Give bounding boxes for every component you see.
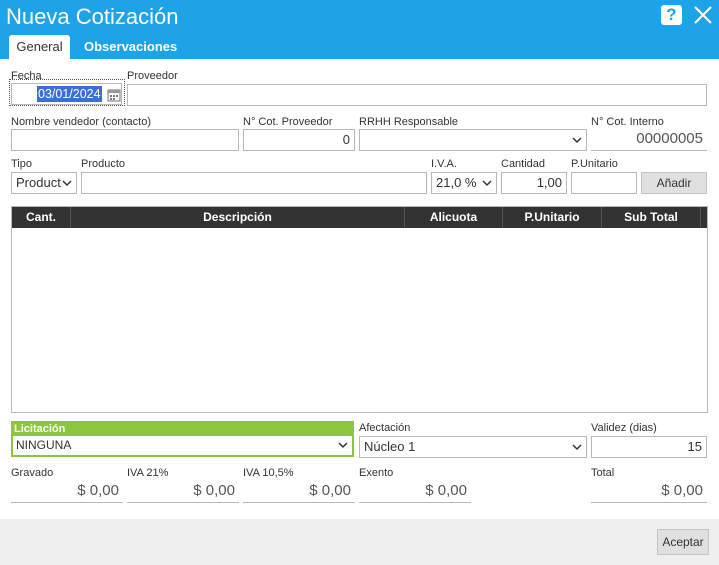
licitacion-label: Licitación — [14, 423, 66, 435]
fecha-value: 03/01/2024 — [37, 86, 102, 102]
iva-value: 21,0 % — [436, 175, 477, 190]
column-header-cant[interactable]: Cant. — [12, 207, 71, 228]
iva-label: I.V.A. — [431, 158, 457, 170]
tipo-value: Product — [16, 175, 61, 190]
cantidad-label: Cantidad — [501, 158, 546, 170]
column-header-subtotal[interactable]: Sub Total — [602, 207, 701, 228]
tipo-label: Tipo — [11, 158, 32, 170]
iva-select[interactable]: 21,0 % — [431, 172, 497, 194]
chevron-down-icon — [62, 180, 72, 187]
punitario-label: P.Unitario — [571, 158, 618, 170]
exento-value: $ 0,00 — [359, 481, 471, 503]
total-label: Total — [591, 467, 615, 479]
licitacion-select[interactable]: NINGUNA — [13, 436, 352, 455]
total-value: $ 0,00 — [591, 481, 707, 503]
window-header: Nueva Cotización ? General Observaciones — [0, 0, 719, 59]
help-icon[interactable]: ? — [661, 5, 682, 25]
rrhh-select[interactable] — [359, 129, 587, 151]
cot-proveedor-input[interactable]: 0 — [243, 129, 355, 151]
vendedor-input[interactable] — [11, 129, 239, 151]
iva21-label: IVA 21% — [127, 467, 169, 479]
proveedor-input[interactable] — [127, 84, 707, 106]
tab-general[interactable]: General — [9, 35, 70, 59]
tipo-select[interactable]: Product — [11, 172, 77, 194]
rrhh-label: RRHH Responsable — [359, 116, 459, 128]
validez-input[interactable]: 15 — [591, 436, 707, 458]
producto-input[interactable] — [81, 172, 427, 194]
cot-proveedor-label: N° Cot. Proveedor — [243, 116, 333, 128]
cot-interno-label: N° Cot. Interno — [591, 116, 664, 128]
chevron-down-icon — [572, 444, 582, 451]
afectacion-value: Núcleo 1 — [364, 439, 416, 454]
licitacion-group: Licitación NINGUNA — [11, 421, 354, 457]
items-grid[interactable]: Cant. Descripción Alicuota P.Unitario Su… — [11, 206, 708, 413]
cantidad-input[interactable]: 1,00 — [501, 172, 567, 194]
producto-label: Producto — [81, 158, 126, 170]
add-item-button[interactable]: Añadir — [641, 172, 707, 194]
chevron-down-icon — [572, 137, 582, 144]
column-header-alicuota[interactable]: Alicuota — [405, 207, 503, 228]
vendedor-label: Nombre vendedor (contacto) — [11, 116, 152, 128]
exento-label: Exento — [359, 467, 394, 479]
afectacion-label: Afectación — [359, 422, 411, 434]
punitario-input[interactable] — [571, 172, 637, 194]
window-title: Nueva Cotización — [6, 4, 179, 29]
close-icon[interactable] — [692, 4, 714, 26]
dialog-footer: Aceptar — [0, 519, 719, 565]
calendar-icon[interactable] — [107, 88, 121, 102]
cot-interno-value: 00000005 — [591, 129, 707, 151]
iva105-value: $ 0,00 — [243, 481, 355, 503]
fecha-input[interactable]: 03/01/2024 — [11, 83, 122, 105]
grid-header: Cant. Descripción Alicuota P.Unitario Su… — [12, 207, 707, 228]
proveedor-label: Proveedor — [127, 70, 178, 82]
validez-label: Validez (dias) — [591, 422, 657, 434]
column-header-descripcion[interactable]: Descripción — [71, 207, 405, 228]
accept-button[interactable]: Aceptar — [657, 529, 709, 555]
chevron-down-icon — [338, 442, 348, 449]
chevron-down-icon — [482, 180, 492, 187]
gravado-label: Gravado — [11, 467, 54, 479]
gravado-value: $ 0,00 — [11, 481, 123, 503]
afectacion-select[interactable]: Núcleo 1 — [359, 436, 587, 458]
column-header-punitario[interactable]: P.Unitario — [503, 207, 602, 228]
licitacion-value: NINGUNA — [16, 438, 72, 452]
iva21-value: $ 0,00 — [127, 481, 239, 503]
tab-observaciones[interactable]: Observaciones — [74, 35, 187, 59]
iva105-label: IVA 10,5% — [243, 467, 294, 479]
